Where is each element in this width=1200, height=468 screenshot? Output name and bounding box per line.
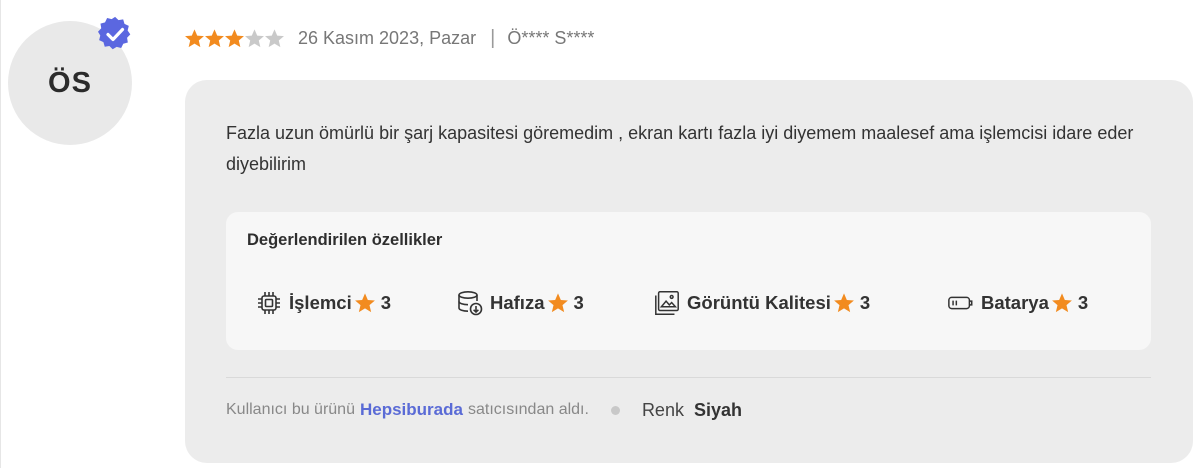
feature-label: Görüntü Kalitesi xyxy=(687,292,831,313)
reviewer-name: Ö**** S**** xyxy=(507,27,595,48)
feature-memory: Hafıza 3 xyxy=(456,286,584,320)
footer-dot-separator xyxy=(610,405,620,415)
image-icon xyxy=(653,289,681,317)
card-divider xyxy=(226,377,1151,378)
feature-label: Batarya xyxy=(981,292,1049,313)
purchase-suffix: satıcısından aldı. xyxy=(467,401,589,418)
meta-separator: | xyxy=(490,26,496,49)
star-icon xyxy=(1051,293,1072,313)
purchase-prefix: Kullanıcı bu ürünü xyxy=(226,401,355,418)
verified-badge-icon xyxy=(98,16,131,50)
rated-features-title: Değerlendirilen özellikler xyxy=(247,231,443,249)
battery-icon xyxy=(947,289,975,317)
star-icon xyxy=(834,293,854,313)
feature-label: Hafıza xyxy=(490,292,545,313)
attribute-value: Siyah xyxy=(693,399,742,420)
rated-features-panel: Değerlendirilen özellikler İşlemci 3 Haf… xyxy=(226,212,1151,350)
feature-processor: İşlemci 3 xyxy=(255,286,391,320)
star-rating xyxy=(184,28,284,49)
review-date: 26 Kasım 2023, Pazar xyxy=(298,27,477,48)
attribute-name: Renk xyxy=(641,399,684,420)
feature-display-quality: Görüntü Kalitesi 3 xyxy=(653,286,870,320)
review-comment: Fazla uzun ömürlü bir şarj kapasitesi gö… xyxy=(226,123,1134,174)
star-filled-icon xyxy=(185,28,204,47)
review-card: Fazla uzun ömürlü bir şarj kapasitesi gö… xyxy=(185,80,1193,463)
feature-label: İşlemci xyxy=(289,292,352,313)
review-meta: 26 Kasım 2023, Pazar | Ö**** S**** xyxy=(184,24,594,52)
star-filled-icon xyxy=(225,28,244,47)
storage-icon xyxy=(456,289,484,317)
feature-score: 3 xyxy=(1077,292,1089,313)
star-icon xyxy=(547,293,568,313)
feature-score: 3 xyxy=(573,292,584,313)
cpu-icon xyxy=(255,289,283,317)
star-empty-icon xyxy=(265,28,284,47)
star-icon xyxy=(354,293,375,313)
feature-score: 3 xyxy=(859,292,871,313)
left-border xyxy=(0,0,1,468)
seller-link[interactable]: Hepsiburada xyxy=(360,400,463,420)
star-filled-icon xyxy=(205,28,224,47)
feature-score: 3 xyxy=(380,292,392,313)
star-empty-icon xyxy=(245,28,264,47)
purchase-info: Kullanıcı bu ürünü Hepsiburada satıcısın… xyxy=(226,398,742,422)
feature-battery: Batarya 3 xyxy=(947,286,1088,320)
